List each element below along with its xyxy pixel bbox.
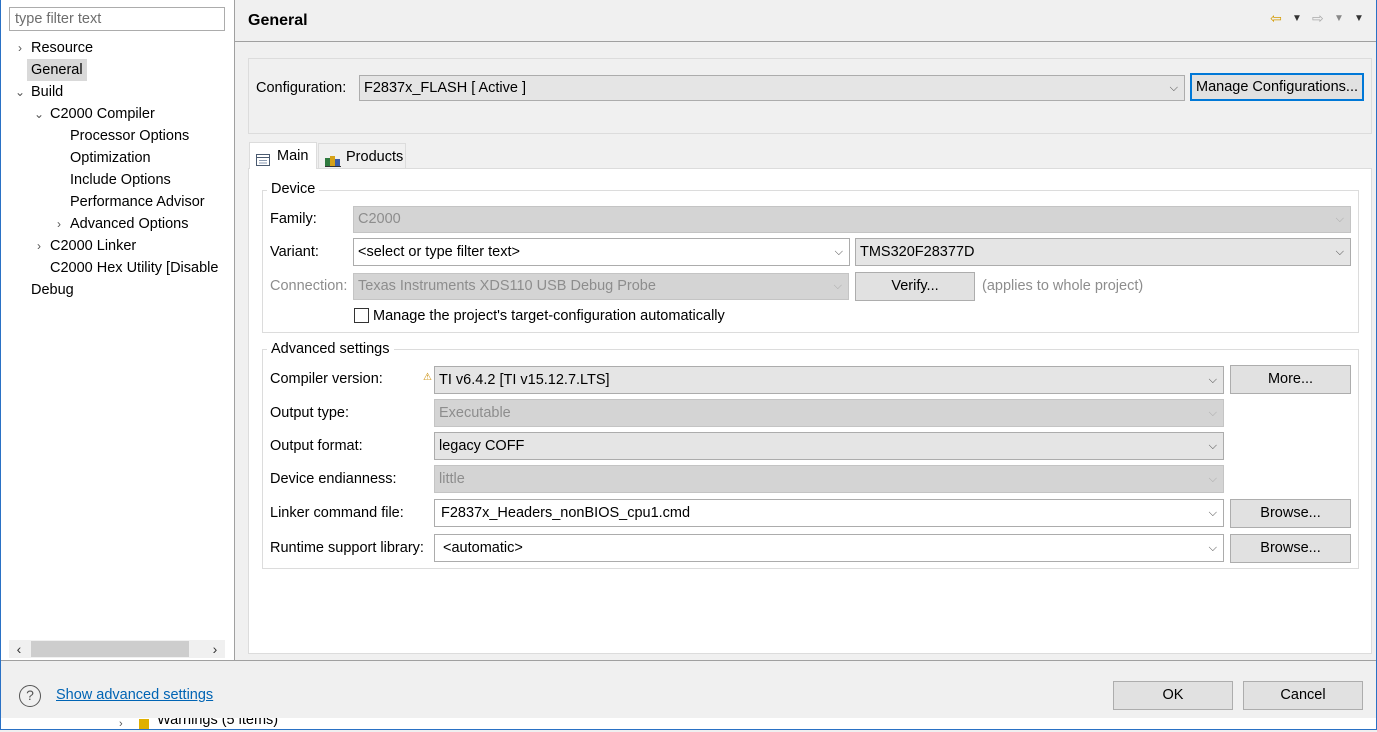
chevron-right-icon[interactable]: › bbox=[32, 235, 46, 257]
connection-label: Connection: bbox=[270, 278, 348, 294]
help-icon[interactable]: ? bbox=[19, 685, 41, 707]
footer-divider bbox=[1, 660, 1376, 661]
filter-input[interactable] bbox=[9, 7, 225, 31]
variant-label: Variant: bbox=[270, 244, 319, 260]
tree-item-include-options[interactable]: Include Options bbox=[13, 169, 235, 191]
chevron-down-icon: ⌵ bbox=[833, 280, 842, 292]
history-navigation: ⇦ ▼ ⇨ ▼ ▼ bbox=[1268, 10, 1368, 28]
chevron-down-icon: ⌵ bbox=[834, 246, 843, 258]
chevron-down-icon: ⌵ bbox=[1208, 542, 1217, 554]
applies-note: (applies to whole project) bbox=[982, 278, 1144, 294]
manage-configurations-button[interactable]: Manage Configurations... bbox=[1190, 73, 1364, 101]
tree-item-build[interactable]: ⌄ Build bbox=[13, 81, 235, 103]
variant-select[interactable]: TMS320F28377D ⌵ bbox=[855, 238, 1351, 266]
pane-splitter[interactable] bbox=[234, 0, 235, 660]
compiler-version-label: Compiler version: bbox=[270, 371, 383, 387]
device-endianness-label: Device endianness: bbox=[270, 471, 397, 487]
chevron-down-icon: ⌵ bbox=[1208, 407, 1217, 419]
back-menu-dropdown-icon[interactable]: ▼ bbox=[1292, 13, 1302, 24]
ok-button[interactable]: OK bbox=[1113, 681, 1233, 710]
preferences-tree-pane: ›Resource General ⌄Build ⌄C2000 Compiler… bbox=[1, 0, 234, 660]
tab-products[interactable]: Products bbox=[318, 143, 406, 170]
chevron-right-icon[interactable]: › bbox=[13, 37, 27, 59]
tree-horizontal-scrollbar[interactable]: ‹ › bbox=[9, 640, 225, 658]
output-type-select: Executable ⌵ bbox=[434, 399, 1224, 427]
tree-item-resource[interactable]: › Resource bbox=[13, 37, 235, 59]
tab-main[interactable]: Main bbox=[249, 142, 317, 169]
tree-item-general[interactable]: General bbox=[13, 59, 235, 81]
warning-icon: ⚠ bbox=[423, 372, 432, 383]
header-divider bbox=[235, 41, 1376, 42]
main-tab-icon bbox=[256, 149, 272, 167]
view-menu-icon[interactable]: ▼ bbox=[1354, 13, 1364, 24]
configuration-label: Configuration: bbox=[256, 80, 347, 96]
main-tab-panel: Device Family: C2000 ⌵ Variant: <select … bbox=[248, 168, 1372, 654]
tree-item-optimization[interactable]: Optimization bbox=[13, 147, 235, 169]
expand-icon: › bbox=[119, 718, 123, 730]
products-icon bbox=[325, 150, 341, 168]
scroll-right-icon[interactable]: › bbox=[205, 640, 225, 658]
family-label: Family: bbox=[270, 211, 317, 227]
forward-arrow-icon[interactable]: ⇨ bbox=[1312, 10, 1324, 27]
browse-runtime-button[interactable]: Browse... bbox=[1230, 534, 1351, 563]
page-title: General bbox=[248, 12, 308, 29]
verify-button[interactable]: Verify... bbox=[855, 272, 975, 301]
scrollbar-thumb[interactable] bbox=[31, 641, 189, 657]
show-advanced-settings-link[interactable]: Show advanced settings bbox=[56, 687, 213, 703]
chevron-down-icon: ⌵ bbox=[1208, 374, 1217, 386]
chevron-down-icon: ⌵ bbox=[1208, 507, 1217, 519]
linker-command-file-combo[interactable]: F2837x_Headers_nonBIOS_cpu1.cmd ⌵ bbox=[434, 499, 1224, 527]
scroll-left-icon[interactable]: ‹ bbox=[9, 640, 29, 658]
configuration-select[interactable]: F2837x_FLASH [ Active ] ⌵ bbox=[359, 75, 1185, 101]
output-type-label: Output type: bbox=[270, 405, 349, 421]
preferences-tree: › Resource General ⌄ Build ⌄ C2000 Compiler… bbox=[13, 37, 235, 301]
device-group-title: Device bbox=[267, 181, 320, 197]
tree-item-c2000-compiler[interactable]: ⌄ C2000 Compiler bbox=[13, 103, 235, 125]
tree-item-c2000-linker[interactable]: › C2000 Linker bbox=[13, 235, 235, 257]
variant-filter-combo[interactable]: <select or type filter text> ⌵ bbox=[353, 238, 850, 266]
chevron-down-icon[interactable]: ⌄ bbox=[32, 103, 46, 125]
connection-select: Texas Instruments XDS110 USB Debug Probe… bbox=[353, 273, 849, 300]
runtime-support-library-combo[interactable]: <automatic> ⌵ bbox=[434, 534, 1224, 562]
chevron-down-icon: ⌵ bbox=[1208, 440, 1217, 452]
compiler-version-select[interactable]: TI v6.4.2 [TI v15.12.7.LTS] ⌵ bbox=[434, 366, 1224, 394]
advanced-settings-title: Advanced settings bbox=[267, 341, 394, 357]
output-format-select[interactable]: legacy COFF ⌵ bbox=[434, 432, 1224, 460]
device-endianness-select: little ⌵ bbox=[434, 465, 1224, 493]
chevron-down-icon: ⌵ bbox=[1169, 82, 1178, 94]
tree-item-performance-advisor[interactable]: Performance Advisor bbox=[13, 191, 235, 213]
manage-target-config-checkbox[interactable] bbox=[354, 308, 369, 323]
configuration-bar: Configuration: F2837x_FLASH [ Active ] ⌵… bbox=[248, 58, 1372, 134]
cancel-button[interactable]: Cancel bbox=[1243, 681, 1363, 710]
chevron-down-icon: ⌵ bbox=[1335, 246, 1344, 258]
manage-target-config-label[interactable]: Manage the project's target-configuratio… bbox=[373, 308, 725, 324]
tree-item-c2000-hex-utility[interactable]: C2000 Hex Utility [Disable bbox=[13, 257, 225, 279]
runtime-support-library-label: Runtime support library: bbox=[270, 540, 424, 556]
tree-item-processor-options[interactable]: Processor Options bbox=[13, 125, 235, 147]
chevron-down-icon: ⌵ bbox=[1335, 213, 1344, 225]
browse-linker-button[interactable]: Browse... bbox=[1230, 499, 1351, 528]
chevron-down-icon: ⌵ bbox=[1208, 473, 1217, 485]
background-window-strip: › Warnings (5 items) bbox=[1, 718, 1376, 730]
warnings-node-label: Warnings (5 items) bbox=[157, 718, 279, 728]
chevron-right-icon[interactable]: › bbox=[52, 213, 66, 235]
forward-menu-dropdown-icon[interactable]: ▼ bbox=[1334, 13, 1344, 24]
back-arrow-icon[interactable]: ⇦ bbox=[1270, 10, 1282, 27]
tree-item-advanced-options[interactable]: › Advanced Options bbox=[13, 213, 235, 235]
chevron-down-icon[interactable]: ⌄ bbox=[13, 81, 27, 103]
warning-icon bbox=[139, 719, 149, 729]
output-format-label: Output format: bbox=[270, 438, 363, 454]
more-button[interactable]: More... bbox=[1230, 365, 1351, 394]
linker-command-file-label: Linker command file: bbox=[270, 505, 404, 521]
family-select: C2000 ⌵ bbox=[353, 206, 1351, 233]
tree-item-debug[interactable]: Debug bbox=[13, 279, 235, 301]
